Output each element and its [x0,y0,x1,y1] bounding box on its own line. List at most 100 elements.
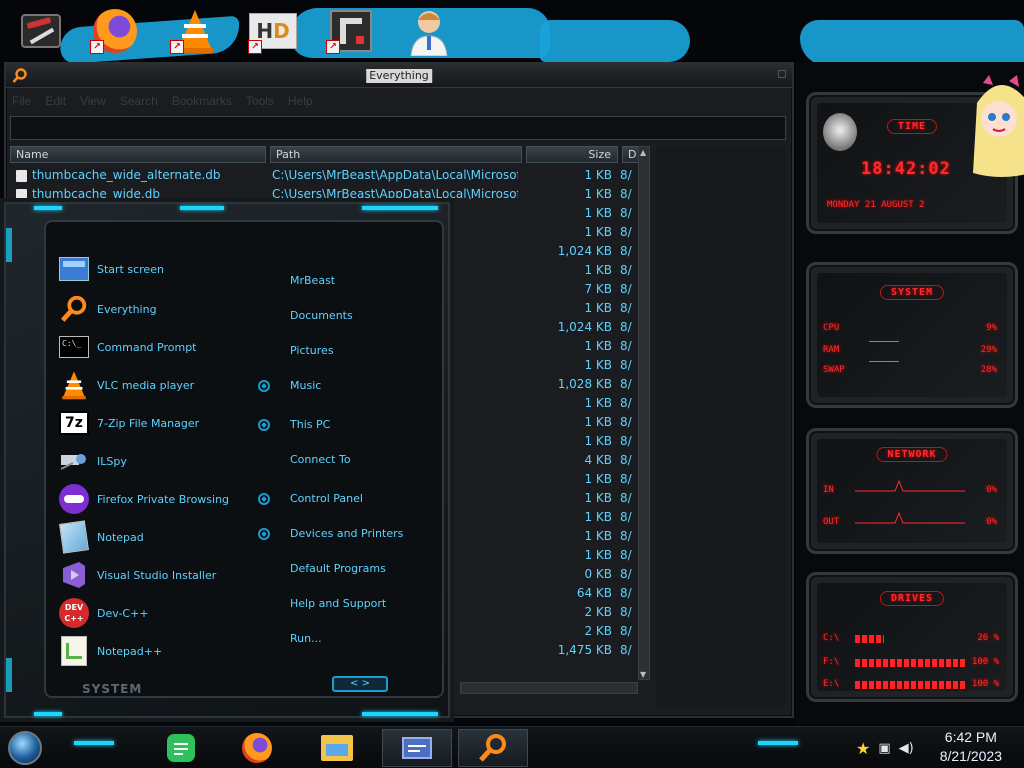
start-place-link[interactable]: Run... [290,632,322,645]
row-date: 8/ [620,567,632,581]
vlc-shortcut-icon[interactable]: ↗ [168,4,222,58]
row-date: 8/ [620,282,632,296]
start-app-item[interactable]: Firefox Private Browsing [58,482,229,516]
start-app-item[interactable]: DEV C++ Dev-C++ [58,596,149,630]
drive-label: E:\ [823,679,840,689]
start-app-item[interactable]: ILSpy [58,444,127,478]
menu-search[interactable]: Search [120,94,158,112]
firefox-private-icon [58,483,90,515]
search-input[interactable] [10,116,786,140]
start-place-link[interactable]: Music [290,379,321,392]
start-place-link[interactable]: Documents [290,309,353,322]
app-shortcut-icon[interactable]: ↗ [324,4,378,58]
ilspy-icon [58,445,90,477]
menu-edit[interactable]: Edit [45,94,66,112]
ram-value: 29% [980,345,997,355]
table-row[interactable]: thumbcache_wide_alternate.db C:\Users\MrB… [10,166,636,185]
decor-tick [6,658,12,692]
folder-icon [321,735,353,761]
row-date: 8/ [620,263,632,277]
vertical-scrollbar[interactable]: ▲ ▼ [638,146,650,680]
row-size: 64 KB [576,586,612,600]
start-app-item[interactable]: Visual Studio Installer [58,558,216,592]
jump-list-arrow-icon[interactable] [258,380,270,392]
horizontal-scrollbar[interactable] [460,682,638,694]
start-app-item[interactable]: Everything [58,292,157,326]
everything-icon [479,734,506,762]
taskbar-firefox[interactable] [226,729,288,767]
start-menu: Start screen Everything C:\_ Command Prompt… [0,198,454,722]
row-size: 1,024 KB [557,320,612,334]
start-place-link[interactable]: Control Panel [290,492,363,505]
doctor-shortcut-icon[interactable] [402,4,456,58]
net-in-value: 0% [986,485,997,495]
menu-help[interactable]: Help [288,94,313,112]
start-app-item[interactable]: Notepad [58,520,144,554]
menu-tools[interactable]: Tools [246,94,274,112]
taskbar-app-window[interactable] [382,729,452,767]
drive-value: 100 % [971,679,999,689]
pager-button[interactable]: < > [332,676,388,692]
row-size: 1 KB [584,339,612,353]
everything-titlebar[interactable]: Everything [6,64,792,88]
start-app-item[interactable]: C:\_ Command Prompt [58,330,197,364]
everything-icon [58,293,90,325]
start-app-item[interactable]: 7z 7-Zip File Manager [58,406,199,440]
row-date: 8/ [620,358,632,372]
start-place-link[interactable]: Devices and Printers [290,527,403,540]
row-date: 8/ [620,548,632,562]
menu-bookmarks[interactable]: Bookmarks [172,94,232,112]
star-icon[interactable]: ★ [856,739,870,758]
jump-list-arrow-icon[interactable] [258,528,270,540]
taskbar-clock[interactable]: 6:42 PM 8/21/2023 [940,728,1002,766]
shortcut-arrow-icon: ↗ [90,40,104,54]
start-place-link[interactable]: Pictures [290,344,334,357]
scroll-up-icon[interactable]: ▲ [640,148,648,157]
decor-tick [758,741,798,745]
start-place-link[interactable]: Help and Support [290,597,386,610]
start-button[interactable] [8,731,42,765]
tools-shortcut-icon[interactable] [14,4,68,58]
row-date: 8/ [620,472,632,486]
scroll-down-icon[interactable]: ▼ [640,670,648,679]
network-icon[interactable]: ▣ [878,741,890,756]
start-app-item[interactable]: VLC media player [58,368,194,402]
time-gadget: TIME 18:42:02 MONDAY 21 AUGUST 2 [806,75,1024,234]
jump-list-arrow-icon[interactable] [258,493,270,505]
start-app-label: Notepad [97,530,144,544]
start-place-link[interactable]: This PC [290,418,330,431]
start-place-link[interactable]: Default Programs [290,562,386,575]
row-date: 8/ [620,206,632,220]
firefox-shortcut-icon[interactable]: ↗ [88,4,142,58]
taskbar-everything[interactable] [458,729,528,767]
menu-file[interactable]: File [12,94,31,112]
notepadpp-icon [58,635,90,667]
hxd-shortcut-icon[interactable]: HD ↗ [246,4,300,58]
system-tray: ★ ▣ ◀) [856,739,914,758]
cpu-value: 9% [986,323,997,333]
start-app-item[interactable]: Notepad++ [58,634,162,668]
net-in-label: IN [823,485,834,495]
close-icon[interactable] [778,70,786,78]
row-size: 1 KB [584,358,612,372]
wallpaper-shape [540,20,690,62]
column-name[interactable]: Name [10,146,266,163]
jump-list-arrow-icon[interactable] [258,419,270,431]
character-sticker [969,73,1024,183]
start-app-label: Dev-C++ [97,606,149,620]
row-date: 8/ [620,434,632,448]
start-place-link[interactable]: MrBeast [290,274,335,287]
row-date: 8/ [620,396,632,410]
column-path[interactable]: Path [270,146,522,163]
taskbar-sticky-notes[interactable] [150,729,212,767]
drives-gadget: DRIVES C:\ 26 % F:\ 100 % E:\ 100 % [806,572,1018,702]
column-size[interactable]: Size [526,146,618,163]
taskbar-file-explorer[interactable] [306,729,368,767]
start-app-item[interactable]: Start screen [58,252,164,286]
gadget-clock: 18:42:02 [861,159,951,179]
drive-value: 26 % [977,633,999,643]
start-place-link[interactable]: Connect To [290,453,351,466]
menu-view[interactable]: View [80,94,106,112]
speaker-icon[interactable]: ◀) [899,741,914,756]
row-date: 8/ [620,605,632,619]
